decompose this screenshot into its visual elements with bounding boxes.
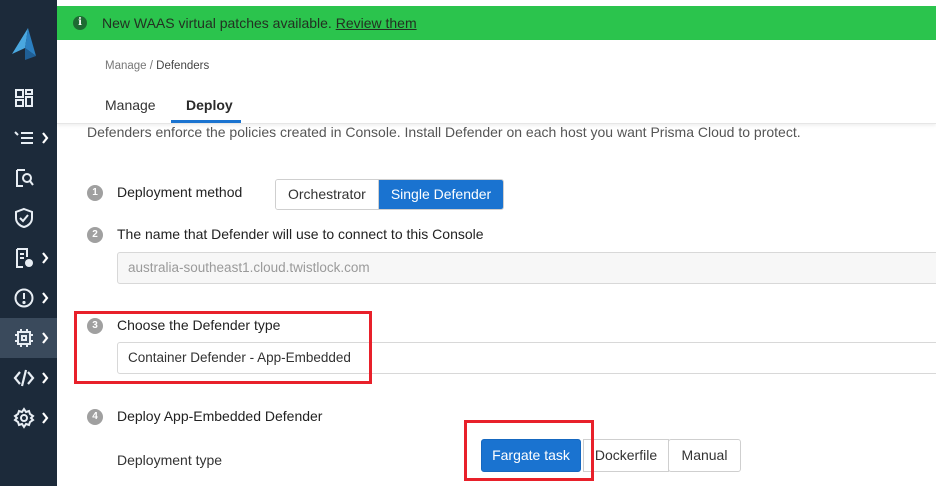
dockerfile-button[interactable]: Dockerfile <box>583 439 669 472</box>
prisma-logo[interactable] <box>8 26 40 62</box>
tab-deploy[interactable]: Deploy <box>186 97 233 113</box>
search-icon <box>16 169 34 187</box>
nav-monitor[interactable] <box>0 118 57 158</box>
nav-defend[interactable] <box>0 198 57 238</box>
defender-chip-icon <box>15 329 33 347</box>
breadcrumb-current: Defenders <box>156 60 210 72</box>
info-icon: i <box>73 16 87 30</box>
console-name-field: australia-southeast1.cloud.twistlock.com <box>117 252 936 284</box>
breadcrumb: Manage / Defenders <box>105 60 210 72</box>
nav-code[interactable] <box>0 358 57 398</box>
chevron-right-icon <box>42 372 49 384</box>
nav-manage[interactable] <box>0 318 57 358</box>
tab-manage[interactable]: Manage <box>105 97 156 113</box>
banner-message: New WAAS virtual patches available. Revi… <box>102 15 417 31</box>
list-icon <box>14 131 33 144</box>
defender-type-select[interactable]: Container Defender - App-Embedded <box>117 342 936 374</box>
nav-dashboard[interactable] <box>0 78 57 118</box>
step-4-label: Deploy App-Embedded Defender <box>117 408 323 424</box>
step-3-number: 3 <box>87 318 103 334</box>
sidebar <box>0 0 57 486</box>
breadcrumb-parent[interactable]: Manage <box>105 60 147 72</box>
gear-icon <box>13 407 35 429</box>
orchestrator-option[interactable]: Orchestrator <box>276 180 378 209</box>
step-1-label: Deployment method <box>117 184 243 200</box>
chevron-right-icon <box>42 292 49 304</box>
page-header: Manage / Defenders Manage Deploy <box>57 40 936 124</box>
chevron-right-icon <box>42 332 49 344</box>
chevron-right-icon <box>42 132 49 144</box>
compliance-icon <box>16 248 33 268</box>
nav-compliance[interactable] <box>0 238 57 278</box>
nav-investigate[interactable] <box>0 158 57 198</box>
code-icon <box>13 369 35 387</box>
notification-banner: i New WAAS virtual patches available. Re… <box>57 6 936 40</box>
nav-alerts[interactable] <box>0 278 57 318</box>
nav-settings[interactable] <box>0 398 57 438</box>
alert-icon <box>14 288 34 308</box>
shield-icon <box>15 207 33 229</box>
active-tab-indicator <box>171 120 241 123</box>
deployment-type-label: Deployment type <box>117 452 223 468</box>
step-2-number: 2 <box>87 227 103 243</box>
chevron-right-icon <box>42 412 49 424</box>
intro-text: Defenders enforce the policies created i… <box>87 124 801 140</box>
review-them-link[interactable]: Review them <box>336 15 417 31</box>
dashboard-icon <box>15 89 33 107</box>
step-1-number: 1 <box>87 185 103 201</box>
single-defender-option[interactable]: Single Defender <box>377 180 504 209</box>
fargate-task-button[interactable]: Fargate task <box>481 439 581 472</box>
step-4-number: 4 <box>87 409 103 425</box>
manual-button[interactable]: Manual <box>668 439 741 472</box>
step-2-label: The name that Defender will use to conne… <box>117 226 484 242</box>
chevron-right-icon <box>42 252 49 264</box>
step-3-label: Choose the Defender type <box>117 317 281 333</box>
deploy-content: Defenders enforce the policies created i… <box>57 124 936 486</box>
deployment-method-toggle: Orchestrator Single Defender <box>275 179 505 210</box>
